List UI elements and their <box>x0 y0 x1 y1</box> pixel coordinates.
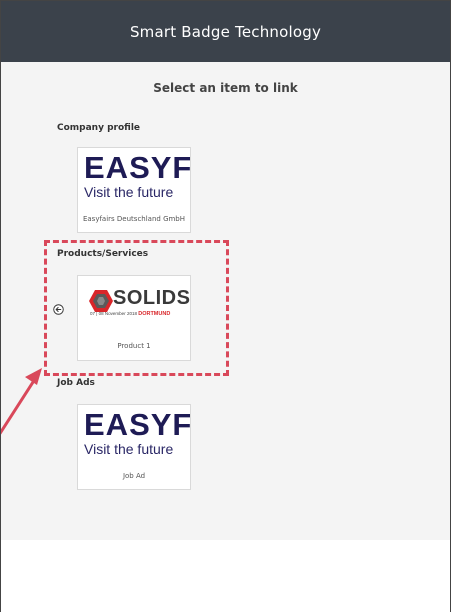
card-caption: Job Ad <box>122 472 146 480</box>
app-header: Smart Badge Technology <box>1 1 450 62</box>
instruction-text: Select an item to link <box>153 81 298 95</box>
section-title-company-profile: Company profile <box>57 123 141 133</box>
header-title: Smart Badge Technology <box>129 22 322 41</box>
highlight-box <box>44 240 229 376</box>
section-title-job-ads: Job Ads <box>57 378 95 388</box>
easyfairs-logo-tagline: Visit the future <box>84 184 174 200</box>
easyfairs-logo-tagline: Visit the future <box>84 441 174 457</box>
pointer-arrow-icon <box>1 368 42 435</box>
easyfairs-logo: EASYFA <box>84 150 191 185</box>
company-profile-card[interactable]: EASYFA Visit the future Easyfairs Deutsc… <box>77 147 191 233</box>
card-caption: Easyfairs Deutschland GmbH <box>82 215 186 223</box>
easyfairs-logo: EASYFA <box>84 407 191 442</box>
app-window: Smart Badge Technology Select an item to… <box>0 0 451 612</box>
job-ad-card[interactable]: EASYFA Visit the future Job Ad <box>77 404 191 490</box>
